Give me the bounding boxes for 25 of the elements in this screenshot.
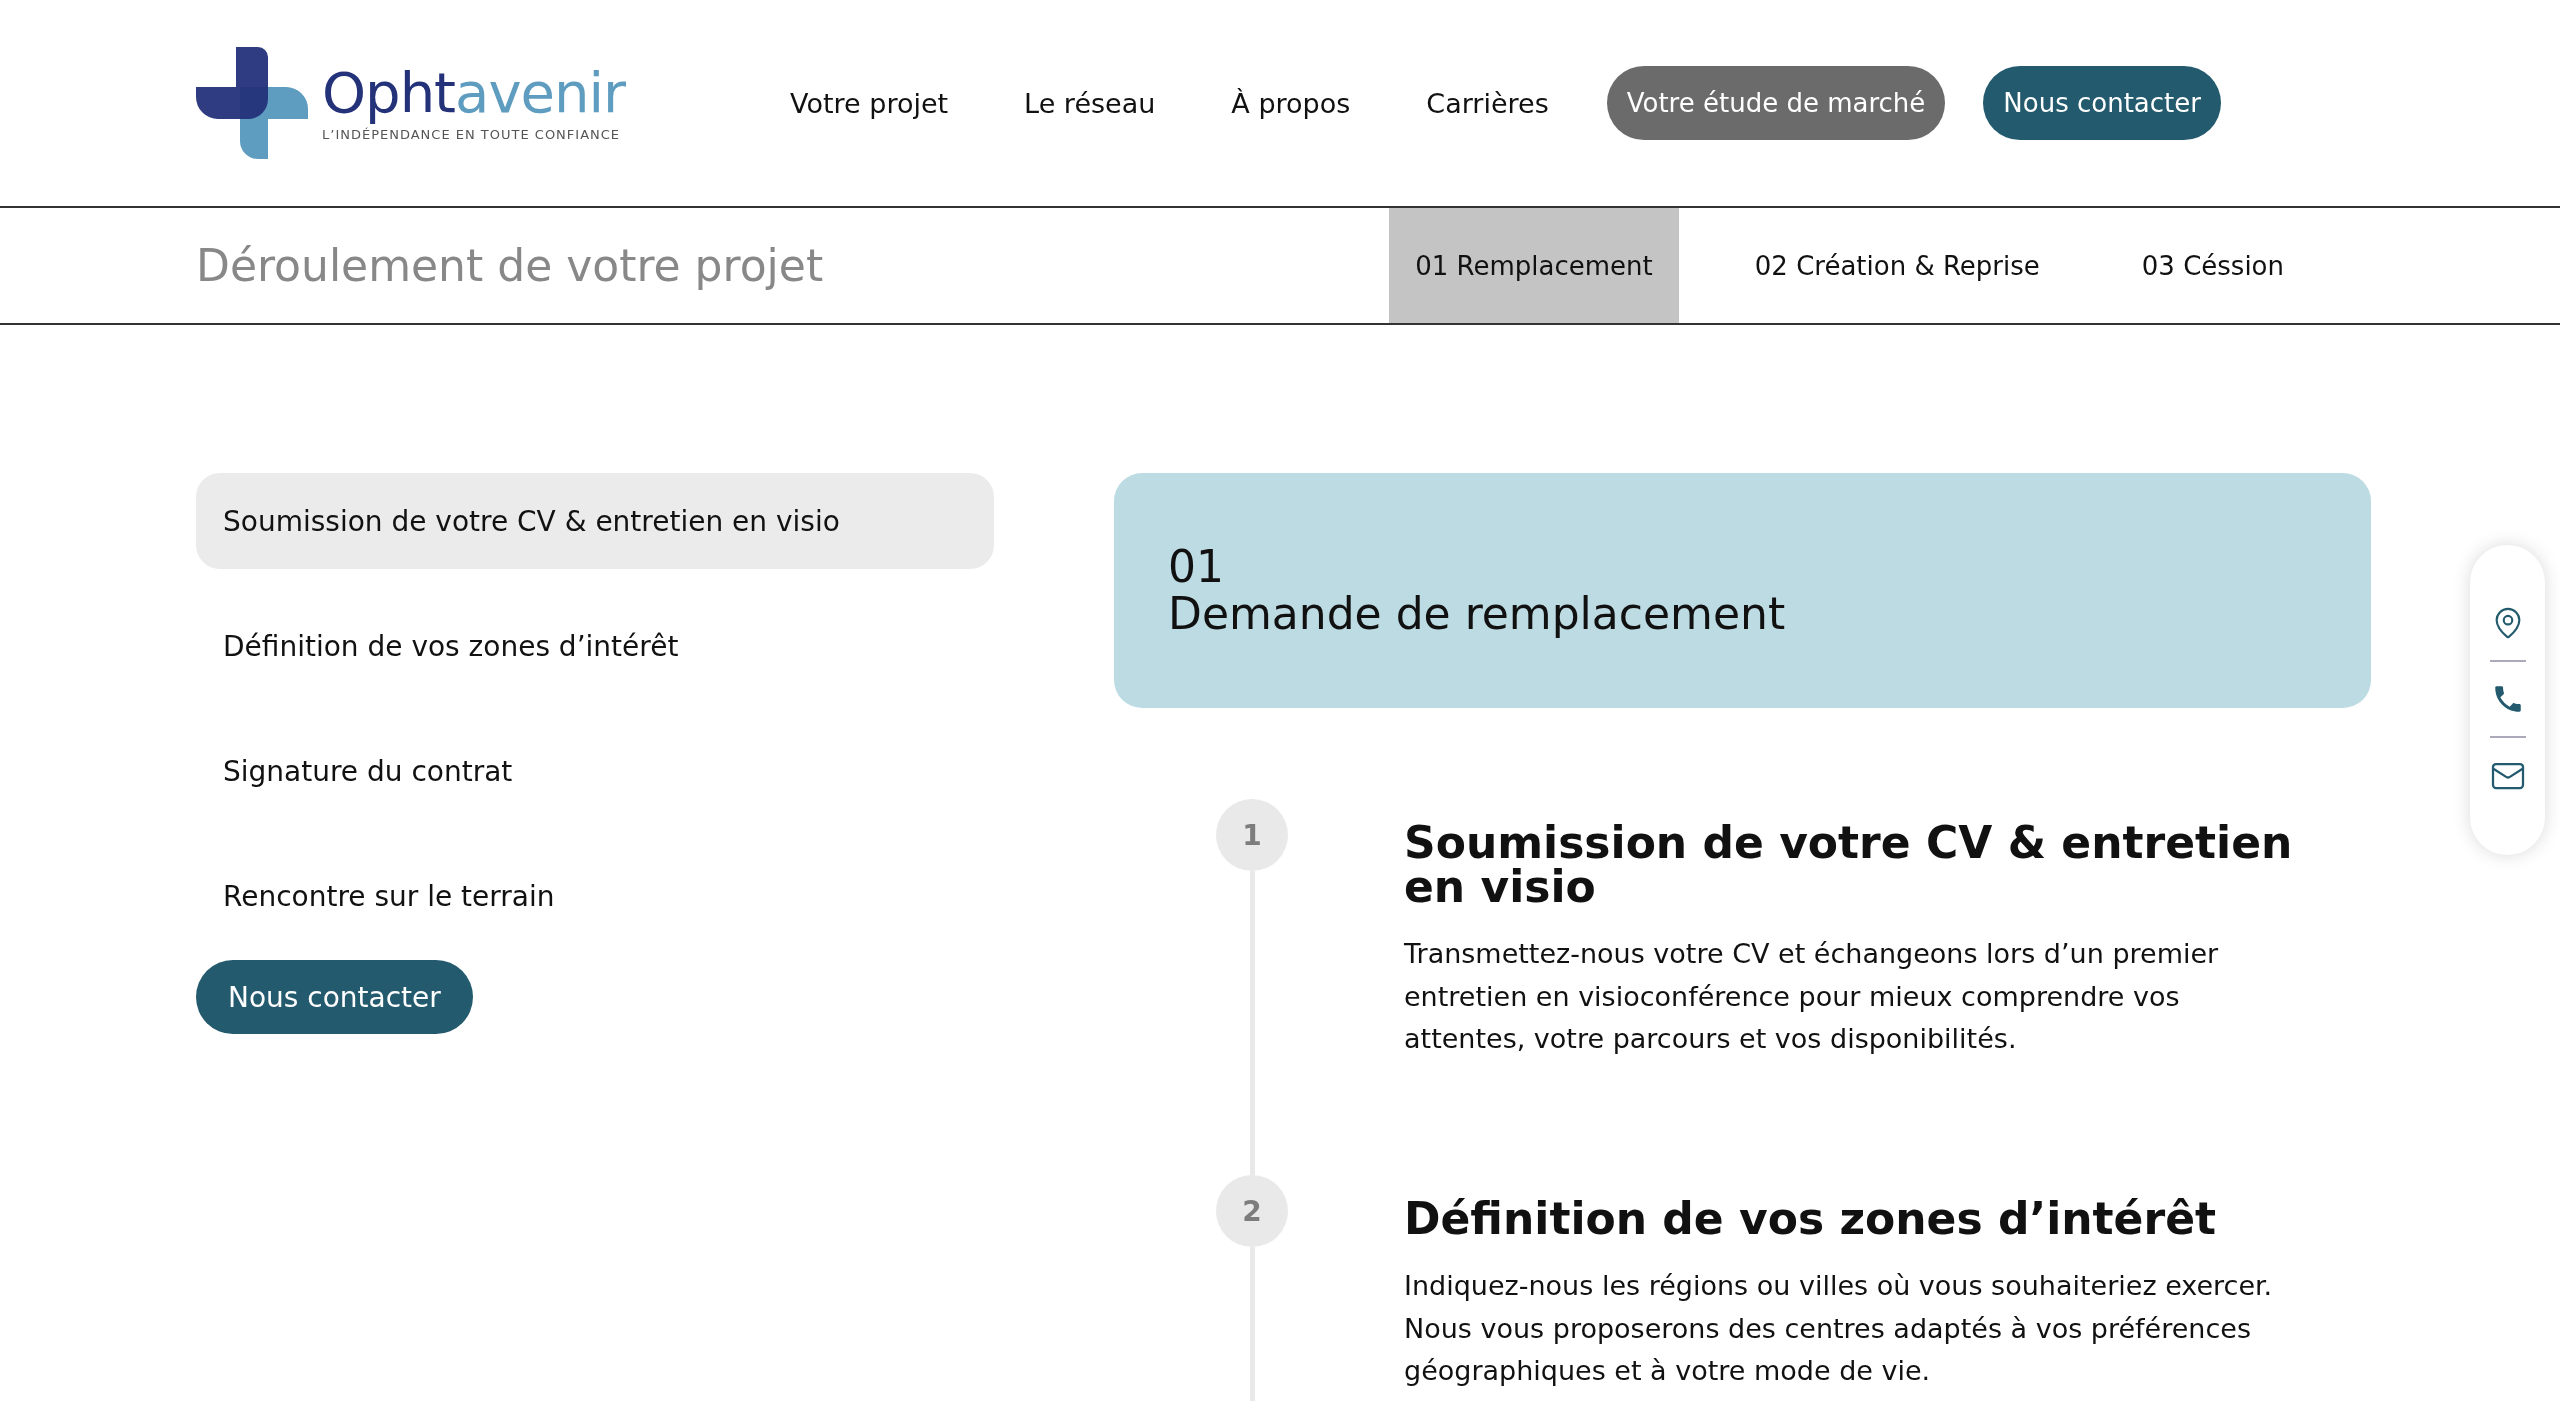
brand-tagline: L’INDÉPENDANCE EN TOUTE CONFIANCE [322, 126, 622, 142]
contact-button[interactable]: Nous contacter [196, 960, 473, 1034]
step-menu-item[interactable]: Rencontre sur le terrain [196, 848, 994, 944]
nav-link[interactable]: Votre projet [790, 87, 949, 119]
nav-button[interactable]: Nous contacter [1983, 66, 2221, 140]
cross-logo-icon [196, 47, 308, 159]
nav-link[interactable]: Carrières [1426, 87, 1549, 119]
phase-tab[interactable]: 03 Céssion [2115, 208, 2310, 323]
step-number: 1 [1216, 799, 1288, 871]
phase-tab[interactable]: 02 Création & Reprise [1728, 208, 2066, 323]
phase-number: 01 [1168, 544, 1225, 591]
step-menu-item[interactable]: Définition de vos zones d’intérêt [196, 598, 994, 694]
step-title: Définition de vos zones d’intérêt [1404, 1197, 2218, 1241]
step-title: Soumission de votre CV & entretien en visio [1404, 821, 2294, 909]
step-menu-item[interactable]: Signature du contrat [196, 723, 994, 819]
nav-link[interactable]: À propos [1231, 87, 1351, 119]
step-text: Transmettez-nous votre CV et échangeons lors d’un premier entretien en visioconférence pour mieux comprendre vos attentes, votre parcours et vos disponibilités. [1404, 937, 2220, 1057]
step-menu-item[interactable]: Soumission de votre CV & entretien en visio [196, 473, 994, 569]
nav-button[interactable]: Votre étude de marché [1606, 66, 1946, 140]
step-text: Indiquez-nous les régions ou villes où vous souhaiteriez exercer. Nous vous proposerons des centres adaptés à vos préférences géographiques et à votre mode de vie. [1404, 1269, 2274, 1389]
phase-title: Demande de remplacement [1168, 590, 1787, 637]
step-number: 2 [1216, 1175, 1288, 1247]
nav-link[interactable]: Le réseau [1024, 87, 1156, 119]
phase-tab[interactable]: 01 Remplacement [1389, 208, 1679, 323]
section-title: Déroulement de votre projet [196, 240, 824, 291]
